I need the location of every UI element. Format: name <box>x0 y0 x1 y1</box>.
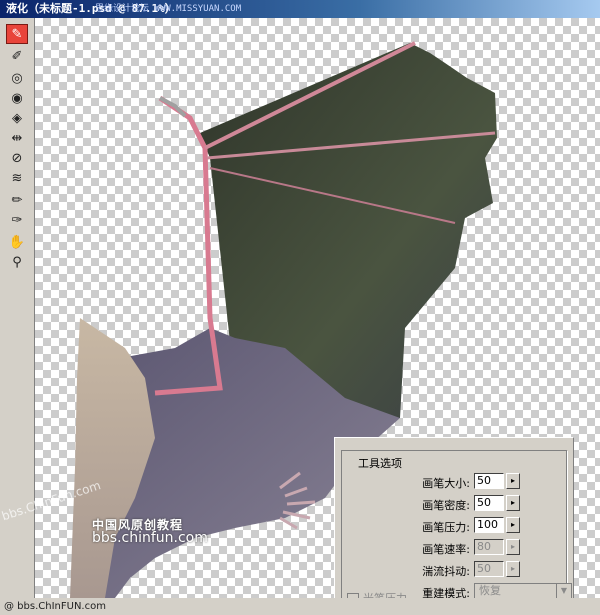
tool-options-title: 工具选项 <box>354 455 406 471</box>
brush-pressure-row: 画笔压力: 100 ▸ <box>342 517 566 535</box>
twirl-icon[interactable]: ◎ <box>6 68 28 88</box>
freeze-mask-icon[interactable]: ✏ <box>6 190 28 210</box>
brush-rate-label: 画笔速率: <box>422 543 470 556</box>
brush-rate-arrow-icon: ▸ <box>506 539 520 555</box>
brush-size-label: 画笔大小: <box>422 477 470 490</box>
reconstruct-mode-value: 恢复 <box>479 584 501 597</box>
title-watermark: 思缘设计论坛 WWW.MISSYUAN.COM <box>95 4 242 14</box>
reconstruct-mode-select: 恢复 ▼ <box>474 583 572 599</box>
turbulent-jitter-row: 湍流抖动: 50 ▸ <box>342 561 566 579</box>
turbulent-jitter-arrow-icon: ▸ <box>506 561 520 577</box>
reconstruct-icon[interactable]: ✐ <box>6 46 28 66</box>
mirror-icon[interactable]: ⊘ <box>6 148 28 168</box>
tool-palette: ✎ ✐ ◎ ◉ ◈ ⇹ ⊘ ≋ ✏ ✑ ✋ ⚲ <box>0 18 35 615</box>
chevron-down-icon: ▼ <box>556 584 571 598</box>
brush-density-label: 画笔密度: <box>422 499 470 512</box>
watermark-url: bbs.chinfun.com <box>92 530 208 546</box>
push-left-icon[interactable]: ⇹ <box>6 128 28 148</box>
brush-pressure-label: 画笔压力: <box>422 521 470 534</box>
brush-pressure-arrow-icon[interactable]: ▸ <box>506 517 520 533</box>
brush-size-row: 画笔大小: 50 ▸ <box>342 473 566 491</box>
zoom-icon[interactable]: ⚲ <box>6 252 28 272</box>
forward-warp-icon[interactable]: ✎ <box>6 24 28 44</box>
tool-options-group: 工具选项 画笔大小: 50 ▸ 画笔密度: 50 ▸ 画笔压力: 100 ▸ 画… <box>341 450 572 602</box>
bloat-icon[interactable]: ◈ <box>6 108 28 128</box>
brush-size-input[interactable]: 50 <box>474 473 504 489</box>
hand-icon[interactable]: ✋ <box>6 232 28 252</box>
status-bar: @ bbs.ChInFUN.com <box>0 598 600 615</box>
brush-pressure-input[interactable]: 100 <box>474 517 504 533</box>
brush-rate-row: 画笔速率: 80 ▸ <box>342 539 566 557</box>
thaw-mask-icon[interactable]: ✑ <box>6 210 28 230</box>
brush-density-input[interactable]: 50 <box>474 495 504 511</box>
brush-rate-input: 80 <box>474 539 504 555</box>
status-text: @ bbs.ChInFUN.com <box>4 601 106 612</box>
turbulent-jitter-input: 50 <box>474 561 504 577</box>
brush-size-arrow-icon[interactable]: ▸ <box>506 473 520 489</box>
brush-density-arrow-icon[interactable]: ▸ <box>506 495 520 511</box>
turbulent-jitter-label: 湍流抖动: <box>422 565 470 578</box>
tool-options-panel: 工具选项 画笔大小: 50 ▸ 画笔密度: 50 ▸ 画笔压力: 100 ▸ 画… <box>334 437 574 609</box>
pucker-icon[interactable]: ◉ <box>6 88 28 108</box>
window-title-bar: 液化（未标题-1.psd @ 87.1%） 思缘设计论坛 WWW.MISSYUA… <box>0 0 600 18</box>
turbulence-icon[interactable]: ≋ <box>6 168 28 188</box>
brush-density-row: 画笔密度: 50 ▸ <box>342 495 566 513</box>
